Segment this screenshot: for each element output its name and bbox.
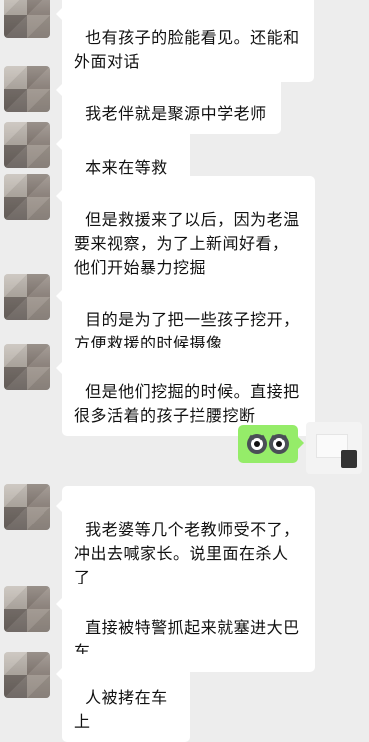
contact-avatar[interactable] (4, 586, 50, 632)
self-avatar[interactable] (306, 422, 362, 474)
received-message[interactable]: 我老婆等几个老教师受不了， 冲出去喊家长。说里面在杀人 了 (56, 486, 315, 598)
received-message[interactable]: 人被拷在车上 (56, 654, 190, 742)
contact-avatar[interactable] (4, 274, 50, 320)
message-text: 但是他们挖掘的时候。直接把 很多活着的孩子拦腰挖断 (74, 382, 300, 425)
message-text: 目的是为了把一些孩子挖开， 方便救援的时候摄像 (74, 310, 300, 353)
contact-avatar[interactable] (4, 122, 50, 168)
message-text: 我老婆等几个老教师受不了， 冲出去喊家长。说里面在杀人 了 (74, 520, 300, 587)
contact-avatar[interactable] (4, 652, 50, 698)
sent-sticker-message[interactable] (238, 425, 304, 463)
received-message[interactable]: 但是他们挖掘的时候。直接把 很多活着的孩子拦腰挖断 (56, 348, 315, 436)
contact-avatar[interactable] (4, 0, 50, 38)
message-text: 但是救援来了以后，因为老温 要来视察，为了上新闻好看， 他们开始暴力挖掘 (74, 210, 300, 277)
contact-avatar[interactable] (4, 174, 50, 220)
received-message[interactable]: 但是救援来了以后，因为老温 要来视察，为了上新闻好看， 他们开始暴力挖掘 (56, 176, 315, 288)
message-text: 人被拷在车上 (74, 688, 168, 731)
contact-avatar[interactable] (4, 344, 50, 390)
contact-avatar[interactable] (4, 484, 50, 530)
owl-emoji-icon (247, 434, 289, 454)
contact-avatar[interactable] (4, 66, 50, 112)
message-text: 也有孩子的脸能看见。还能和 外面对话 (74, 28, 300, 71)
message-text: 我老伴就是聚源中学老师 (85, 104, 267, 123)
